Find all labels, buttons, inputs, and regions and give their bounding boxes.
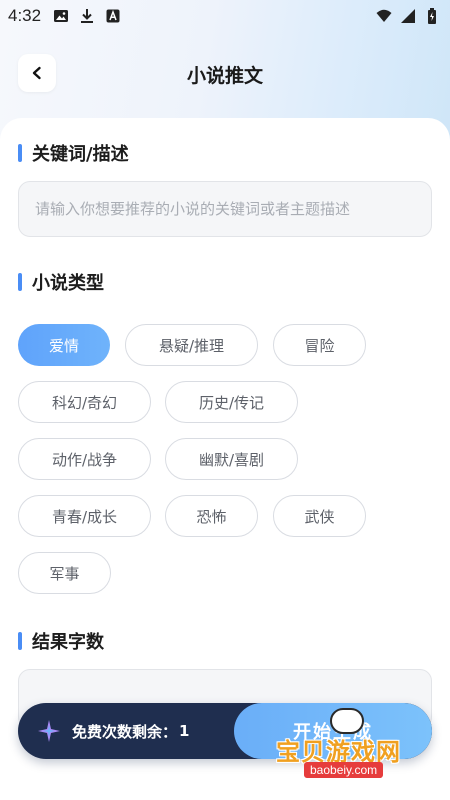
genre-tag-adventure[interactable]: 冒险 — [273, 324, 366, 366]
genre-tag-label: 军事 — [49, 564, 80, 583]
genre-tag-mystery[interactable]: 悬疑/推理 — [125, 324, 258, 366]
genre-tag-military[interactable]: 军事 — [18, 552, 111, 594]
keyword-section-label: 关键词/描述 — [32, 144, 129, 165]
keyword-input[interactable] — [18, 181, 432, 237]
genre-tag-label: 爱情 — [48, 336, 79, 355]
genre-tag-action[interactable]: 动作/战争 — [18, 438, 151, 480]
genre-tag-horror[interactable]: 恐怖 — [165, 495, 258, 537]
back-button[interactable] — [18, 54, 56, 92]
header: 小说推文 — [0, 50, 450, 98]
genre-section-title: 小说类型 — [18, 269, 104, 295]
section-accent-bar — [18, 144, 22, 162]
genre-tag-label: 历史/传记 — [198, 393, 265, 412]
section-accent-bar — [18, 273, 22, 291]
genre-tag-comedy[interactable]: 幽默/喜剧 — [165, 438, 298, 480]
wordcount-section-title: 结果字数 — [18, 628, 104, 654]
section-accent-bar — [18, 632, 22, 650]
genre-tag-scifi[interactable]: 科幻/奇幻 — [18, 381, 151, 423]
wifi-icon — [376, 9, 392, 22]
page-title: 小说推文 — [186, 64, 263, 87]
genre-tag-label: 青春/成长 — [51, 507, 118, 526]
status-bar: 4:32 — [0, 0, 450, 32]
signal-icon — [401, 9, 415, 23]
genre-tag-label: 科幻/奇幻 — [51, 393, 118, 412]
free-count-value: 1 — [179, 722, 190, 740]
genre-tag-label: 幽默/喜剧 — [198, 450, 265, 469]
genre-tag-youth[interactable]: 青春/成长 — [18, 495, 151, 537]
genre-tag-label: 冒险 — [304, 336, 335, 355]
genre-tag-label: 武侠 — [304, 507, 335, 526]
genre-tag-label: 动作/战争 — [51, 450, 118, 469]
free-count-label: 免费次数剩余： — [72, 722, 178, 741]
genre-tag-wuxia[interactable]: 武侠 — [273, 495, 366, 537]
sparkle-icon — [36, 718, 62, 744]
start-generate-label: 开始生成 — [293, 722, 373, 743]
genre-section-label: 小说类型 — [32, 273, 104, 294]
battery-icon — [428, 8, 436, 24]
chevron-left-icon — [32, 66, 41, 80]
start-generate-button[interactable]: 开始生成 — [234, 703, 432, 759]
status-time: 4:32 — [8, 6, 42, 25]
genre-tag-history[interactable]: 历史/传记 — [165, 381, 298, 423]
keyword-section-title: 关键词/描述 — [18, 140, 129, 166]
image-icon — [54, 10, 69, 22]
genre-tag-label: 悬疑/推理 — [158, 336, 225, 355]
download-icon — [81, 9, 94, 23]
wordcount-section-label: 结果字数 — [32, 632, 104, 653]
genre-tag-label: 恐怖 — [196, 507, 227, 526]
a-box-icon — [106, 9, 120, 23]
genre-tag-romance[interactable]: 爱情 — [18, 324, 110, 366]
bottom-action-bar: 免费次数剩余： 1 开始生成 — [18, 703, 432, 759]
